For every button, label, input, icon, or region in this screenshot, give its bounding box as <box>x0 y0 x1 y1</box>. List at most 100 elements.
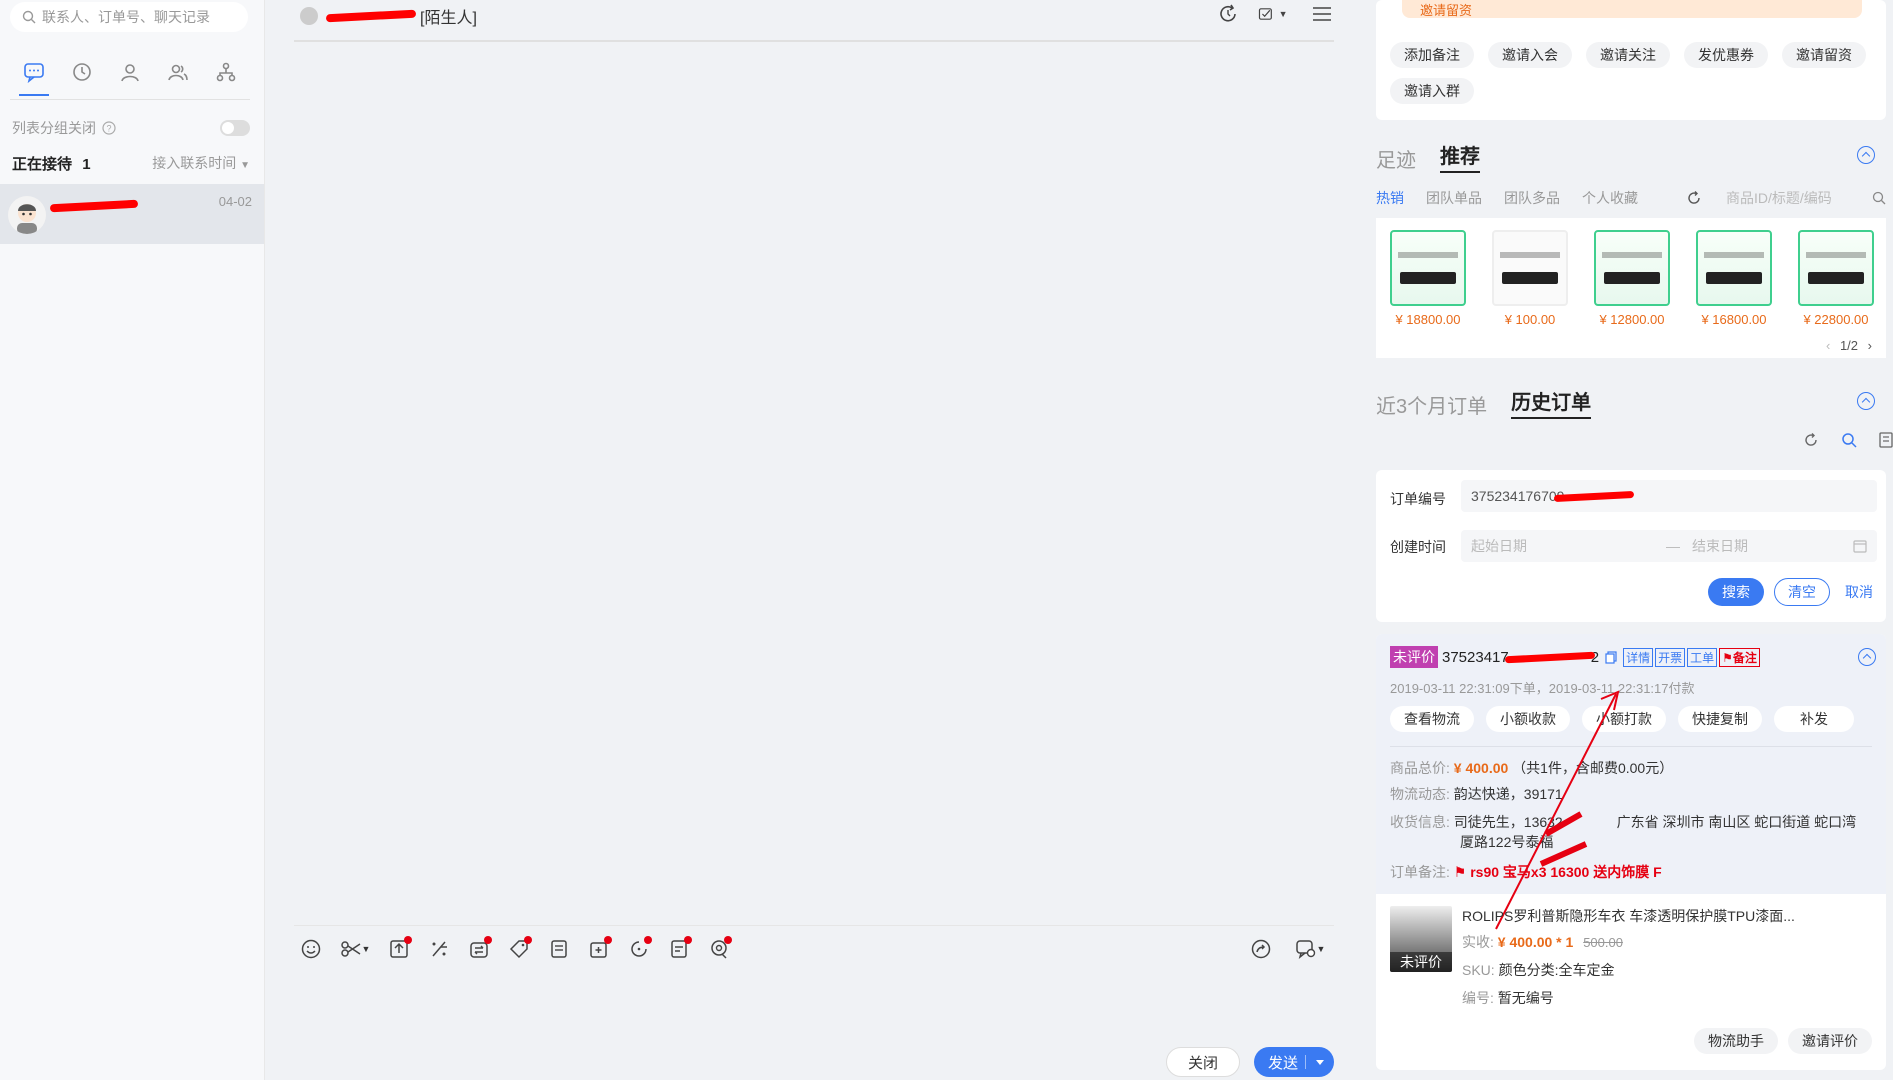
calendar-icon <box>1853 540 1867 553</box>
location-icon[interactable] <box>706 935 732 962</box>
collapse-icon[interactable] <box>1858 648 1876 666</box>
task-check-icon[interactable]: ▼ <box>1258 2 1292 26</box>
scissors-icon[interactable]: ▼ <box>338 936 372 962</box>
contact-date: 04-02 <box>218 194 252 209</box>
exchange-icon[interactable] <box>466 935 492 962</box>
tag-icon[interactable] <box>506 935 532 962</box>
chat-title-suffix: [陌生人] <box>420 10 477 27</box>
redacted-order-no <box>1554 490 1635 502</box>
search-icon[interactable] <box>1841 432 1857 448</box>
caret-down-icon[interactable] <box>1316 1060 1324 1065</box>
search-button[interactable]: 搜索 <box>1708 578 1764 606</box>
product-card[interactable]: ¥ 12800.00 <box>1592 230 1672 327</box>
chevron-right-icon[interactable]: › <box>1868 338 1872 353</box>
item-title[interactable]: ROLIPS罗利普斯隐形车衣 车漆透明保护膜TPU漆面... <box>1462 906 1795 926</box>
receiving-label: 正在接待 <box>12 156 73 173</box>
invite-banner[interactable]: 邀请留资 <box>1402 0 1862 18</box>
close-button[interactable]: 关闭 <box>1166 1047 1240 1077</box>
recommend-tabs: 足迹 推荐 <box>1376 140 1480 173</box>
clock-icon[interactable] <box>64 54 100 90</box>
invoice-tag[interactable]: 开票 <box>1655 647 1686 667</box>
chat-icon[interactable] <box>16 54 52 96</box>
add-remark-chip[interactable]: 添加备注 <box>1390 42 1474 68</box>
chevron-left-icon[interactable]: ‹ <box>1826 338 1830 353</box>
quick-copy-button[interactable]: 快捷复制 <box>1678 706 1762 732</box>
annotation-arrow <box>1495 690 1620 930</box>
sort-dropdown[interactable]: 接入联系时间 ▼ <box>152 153 250 173</box>
copy-icon[interactable] <box>1605 650 1617 664</box>
subtab-team-single[interactable]: 团队单品 <box>1426 188 1482 208</box>
order-card: 未评价 37523417 2 详情 开票 工单 ⚑备注 2019-03-11 2… <box>1376 634 1886 1070</box>
subtab-team-multi[interactable]: 团队多品 <box>1504 188 1560 208</box>
order-form-icon[interactable] <box>666 935 692 962</box>
caret-down-icon: ▼ <box>240 160 250 171</box>
upload-icon[interactable] <box>386 935 412 962</box>
order-tabs: 近3个月订单 历史订单 <box>1376 386 1592 419</box>
group-toggle-switch[interactable] <box>220 120 250 136</box>
collapse-icon[interactable] <box>1857 392 1875 410</box>
reload-icon[interactable] <box>1803 432 1819 448</box>
item-code-row: 编号: 暂无编号 <box>1462 988 1554 1008</box>
group-icon[interactable] <box>160 54 196 90</box>
subtab-hot[interactable]: 热销 <box>1376 188 1404 208</box>
user-icon[interactable] <box>112 54 148 90</box>
item-code-value: 暂无编号 <box>1497 990 1554 1006</box>
invite-join-chip[interactable]: 邀请入会 <box>1488 42 1572 68</box>
tab-footprint[interactable]: 足迹 <box>1376 144 1416 173</box>
search-icon[interactable] <box>1872 191 1886 205</box>
tab-recent-orders[interactable]: 近3个月订单 <box>1376 390 1487 419</box>
product-card[interactable]: ¥ 100.00 <box>1490 230 1570 327</box>
reissue-button[interactable]: 补发 <box>1774 706 1854 732</box>
product-search-input[interactable]: 商品ID/标题/编码 <box>1688 186 1886 210</box>
tab-history-orders[interactable]: 历史订单 <box>1511 386 1592 419</box>
discount-icon[interactable] <box>426 936 452 962</box>
logistics-helper-button[interactable]: 物流助手 <box>1694 1028 1778 1054</box>
product-card[interactable]: ¥ 16800.00 <box>1694 230 1774 327</box>
cancel-button[interactable]: 取消 <box>1836 578 1882 606</box>
menu-icon[interactable] <box>1310 2 1334 26</box>
invite-review-button[interactable]: 邀请评价 <box>1788 1028 1872 1054</box>
create-time-row: 创建时间 <box>1390 530 1446 564</box>
date-range-input[interactable]: 起始日期 — 结束日期 <box>1461 530 1877 562</box>
recall-icon[interactable] <box>626 935 652 962</box>
product-image <box>1390 230 1466 306</box>
order-title-row: 未评价 37523417 2 详情 开票 工单 ⚑备注 <box>1390 646 1760 668</box>
list-icon[interactable] <box>1879 432 1893 448</box>
collapse-icon[interactable] <box>1857 146 1875 164</box>
product-card[interactable]: ¥ 22800.00 <box>1796 230 1876 327</box>
view-logistics-button[interactable]: 查看物流 <box>1390 706 1474 732</box>
order-no-label: 订单编号 <box>1390 491 1446 507</box>
product-card[interactable]: ¥ 18800.00 <box>1388 230 1468 327</box>
remark-tag[interactable]: ⚑备注 <box>1719 647 1760 667</box>
network-icon[interactable] <box>208 54 244 90</box>
chat-settings-icon[interactable]: ▼ <box>1292 936 1328 962</box>
contact-list-item[interactable]: 04-02 <box>0 184 264 244</box>
emoji-icon[interactable] <box>298 936 324 962</box>
clear-button[interactable]: 清空 <box>1774 578 1830 606</box>
tab-recommend[interactable]: 推荐 <box>1440 140 1480 173</box>
order-number: 37523417 <box>1442 648 1509 666</box>
note-icon[interactable] <box>546 936 572 962</box>
share-icon[interactable] <box>1248 936 1274 962</box>
ticket-tag[interactable]: 工单 <box>1687 647 1718 667</box>
search-input[interactable]: 联系人、订单号、聊天记录 <box>10 2 248 32</box>
quick-action-chips: 添加备注 邀请入会 邀请关注 发优惠券 邀请留资 邀请入群 <box>1376 42 1886 104</box>
item-pay-label: 实收: <box>1462 934 1494 950</box>
invite-info-chip[interactable]: 邀请留资 <box>1782 42 1866 68</box>
subtab-favorites[interactable]: 个人收藏 <box>1582 188 1638 208</box>
invite-group-chip[interactable]: 邀请入群 <box>1390 78 1474 104</box>
svg-text:?: ? <box>106 124 111 134</box>
send-coupon-chip[interactable]: 发优惠券 <box>1684 42 1768 68</box>
status-badge: 未评价 <box>1390 646 1438 668</box>
detail-tag[interactable]: 详情 <box>1623 647 1654 667</box>
flag-icon: ⚑ <box>1722 650 1733 665</box>
add-item-icon[interactable] <box>586 935 612 962</box>
send-button[interactable]: 发送 <box>1254 1047 1334 1077</box>
invite-follow-chip[interactable]: 邀请关注 <box>1586 42 1670 68</box>
item-code-label: 编号: <box>1462 990 1494 1006</box>
order-no-input[interactable]: 375234176709 <box>1461 480 1877 512</box>
redacted-name <box>325 9 417 23</box>
refresh-icon[interactable] <box>1216 2 1240 26</box>
reload-icon[interactable] <box>1686 190 1702 206</box>
input-toolbar: ▼ ▼ <box>294 925 1334 971</box>
